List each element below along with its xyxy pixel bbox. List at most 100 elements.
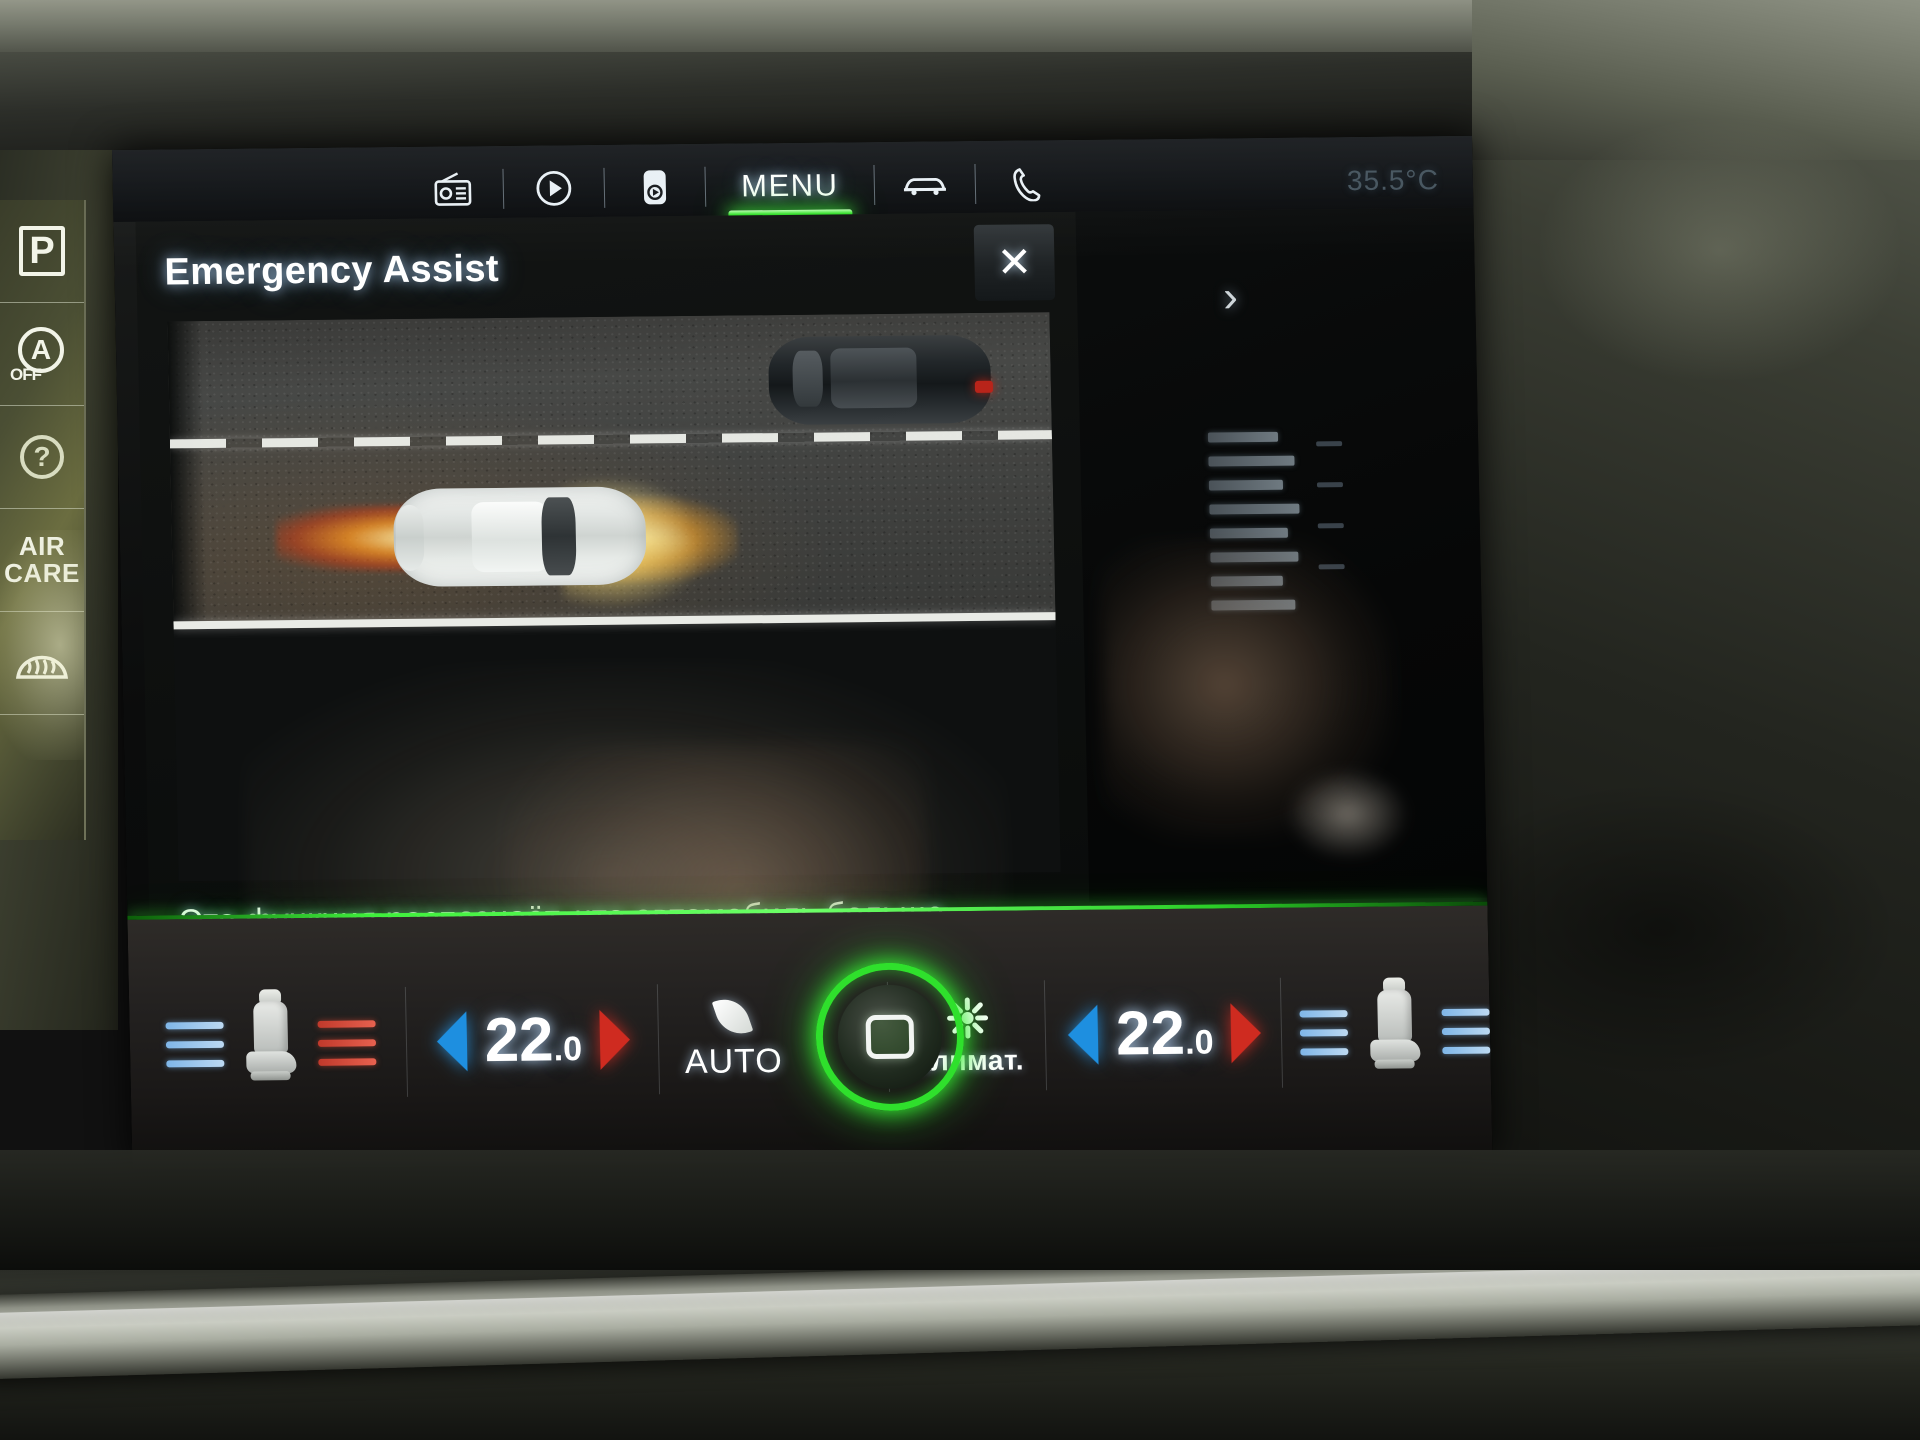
vent-bar	[165, 1021, 224, 1029]
air-care-label: AIR CARE	[4, 530, 80, 588]
passenger-temp-decrease-button[interactable]	[1067, 1004, 1099, 1065]
media-play-icon	[536, 170, 572, 206]
home-button[interactable]	[814, 962, 966, 1112]
phone-icon	[1013, 168, 1041, 202]
climate-divider	[1044, 980, 1048, 1091]
level-tick	[1317, 523, 1344, 529]
level-bar	[1209, 527, 1289, 539]
instrument-cluster-strip: P A OFF ? AIR CARE	[0, 200, 86, 840]
seat-base-rail	[1374, 1059, 1415, 1069]
passenger-seat-heat-bars[interactable]	[1441, 1008, 1491, 1054]
driver-temperature-group[interactable]: 22.0	[435, 1005, 631, 1075]
dashboard-sun-patch	[1540, 120, 1900, 380]
tab-menu-label: MENU	[740, 167, 839, 204]
help-indicator-icon: ?	[20, 435, 64, 479]
seat-cushion	[246, 1051, 297, 1074]
passenger-temp-increase-button[interactable]	[1230, 1002, 1262, 1064]
climate-control-bar: 22.0 AUTO Климат. 22.0	[127, 905, 1493, 1170]
seat-backrest	[1377, 989, 1413, 1042]
driver-temp-increase-button[interactable]	[599, 1009, 631, 1070]
close-icon: ✕	[996, 238, 1033, 286]
cluster-item-park: P	[0, 200, 84, 303]
heat-bar	[318, 1057, 377, 1066]
driver-temp-integer: 22	[483, 1005, 555, 1076]
driver-seat-heat-bars[interactable]	[317, 1019, 377, 1066]
passenger-seat-icon[interactable]	[1363, 977, 1427, 1074]
driver-seat-vent-bars[interactable]	[165, 1021, 225, 1067]
driver-temp-decimal: .0	[553, 1030, 583, 1069]
auto-hold-off-label: OFF	[10, 365, 42, 384]
dashboard-vent-shadow	[1500, 780, 1900, 1080]
rear-defrost-icon	[15, 655, 69, 679]
emergency-assist-panel: Emergency Assist ✕	[135, 211, 1090, 1107]
radio-button[interactable]	[402, 160, 503, 219]
climate-divider	[404, 986, 408, 1097]
ego-vehicle-roof	[471, 501, 549, 573]
ego-vehicle-rear	[395, 504, 425, 572]
screen-reflection-blob	[1286, 768, 1409, 860]
ego-vehicle-windshield	[541, 497, 577, 576]
home-square-icon	[865, 1014, 915, 1060]
passenger-temp-integer: 22	[1115, 998, 1186, 1069]
device-button[interactable]	[604, 158, 705, 217]
radio-icon	[434, 172, 472, 206]
cluster-item-air-care: AIR CARE	[0, 509, 84, 612]
vehicle-button[interactable]	[874, 155, 975, 214]
level-bar	[1207, 431, 1279, 443]
heat-bar	[317, 1019, 376, 1028]
level-bar	[1208, 455, 1295, 467]
lead-vehicle-roof	[830, 347, 918, 409]
seat-cushion	[1370, 1039, 1421, 1062]
heat-bar	[1442, 1046, 1491, 1054]
page-title: Emergency Assist	[164, 247, 500, 294]
tab-menu[interactable]: MENU	[705, 156, 874, 220]
driver-seat-climate-group[interactable]	[165, 989, 377, 1086]
vent-bar	[1300, 1047, 1349, 1056]
lead-vehicle-windshield	[792, 350, 824, 407]
seat-base-rail	[250, 1071, 291, 1081]
level-tick	[1316, 441, 1343, 447]
passenger-temperature-value: 22.0	[1115, 999, 1214, 1069]
air-care-line-2: CARE	[4, 558, 80, 588]
screen-right-region: ›	[1075, 207, 1488, 902]
lead-vehicle-taillight	[974, 380, 994, 393]
vent-bar	[1299, 1028, 1349, 1037]
screenshot-root: P A OFF ? AIR CARE MENU 35.5°C Emergency…	[0, 0, 1920, 1440]
climate-divider	[1280, 977, 1284, 1088]
climate-divider	[656, 984, 660, 1095]
road-surface	[167, 312, 1056, 630]
air-care-line-1: AIR	[18, 530, 66, 561]
car-icon	[903, 177, 946, 196]
auto-climate-label: AUTO	[684, 1041, 784, 1081]
driver-seat-icon[interactable]	[239, 989, 303, 1086]
heat-bar	[1441, 1027, 1491, 1035]
close-button[interactable]: ✕	[973, 224, 1056, 301]
park-indicator-icon: P	[19, 226, 65, 276]
level-bar	[1208, 479, 1284, 491]
cluster-item-rear-defrost	[0, 612, 84, 715]
leaf-icon	[712, 992, 754, 1040]
device-icon	[643, 170, 667, 205]
passenger-seat-vent-bars[interactable]	[1299, 1009, 1349, 1056]
seat-backrest	[253, 1001, 289, 1054]
ego-vehicle	[275, 475, 739, 610]
heat-bar	[1441, 1008, 1490, 1016]
heat-bar	[317, 1038, 377, 1047]
outside-temperature: 35.5°C	[1346, 164, 1440, 197]
phone-button[interactable]	[975, 154, 1076, 213]
vent-bar	[166, 1059, 225, 1067]
driver-temp-decrease-button[interactable]	[435, 1011, 468, 1072]
passenger-seat-climate-group[interactable]	[1299, 977, 1491, 1075]
dashboard-bottom-shadow	[0, 1150, 1920, 1270]
cluster-item-help: ?	[0, 406, 84, 509]
emergency-assist-illustration	[167, 312, 1061, 882]
chevron-right-icon[interactable]: ›	[1223, 272, 1239, 322]
passenger-temperature-group[interactable]: 22.0	[1067, 999, 1262, 1069]
driver-temperature-value: 22.0	[484, 1005, 583, 1075]
road-left-edge-shadow	[167, 321, 208, 630]
media-button[interactable]	[503, 159, 604, 218]
toolbar-left-group: MENU	[402, 154, 1076, 220]
infotainment-screen[interactable]: MENU 35.5°C Emergency Assist ✕ › 22.0 AU…	[112, 135, 1493, 1170]
auto-climate-button[interactable]: AUTO	[684, 992, 784, 1081]
lead-vehicle	[767, 331, 994, 429]
